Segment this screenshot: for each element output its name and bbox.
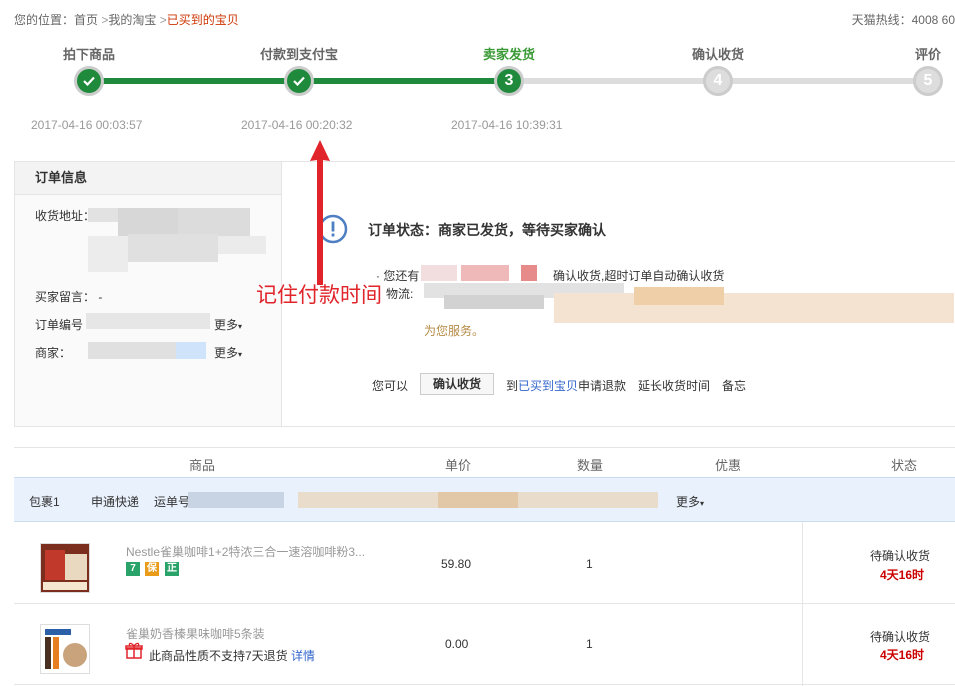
address-label: 收货地址： <box>35 209 96 223</box>
quantity-1: 1 <box>586 557 593 571</box>
step-number: 3 <box>504 72 514 89</box>
message-label: 买家留言： - <box>35 288 102 305</box>
bought-items-link[interactable]: 已买到宝贝 <box>518 379 578 393</box>
chevron-down-icon: ▾ <box>238 350 243 359</box>
tracking-label: 运单号 <box>154 495 191 509</box>
breadcrumb-sep: > <box>159 13 167 27</box>
breadcrumb-home[interactable]: 首页 <box>74 13 98 27</box>
hotline: 天猫热线：4008 60 <box>851 13 955 27</box>
step-time-1: 2017-04-16 00:03:57 <box>31 118 143 132</box>
step-node-4: 4 <box>703 66 733 96</box>
product-name-2[interactable]: 雀巢奶香榛果味咖啡5条装 <box>126 625 265 642</box>
refund-action: 到已买到宝贝申请退款 <box>506 377 626 394</box>
product-image-1[interactable] <box>40 543 90 593</box>
address-redacted <box>88 208 268 272</box>
seven-day-return-icon: 7 <box>126 562 140 576</box>
step-label-4: 确认收货 <box>691 47 744 62</box>
extend-receipt-link[interactable]: 延长收货时间 <box>638 377 710 394</box>
message-value: - <box>98 290 103 304</box>
breadcrumb: 您的位置：首页 >我的淘宝 >已买到的宝贝 <box>14 11 239 28</box>
step-node-1 <box>74 66 104 96</box>
unit-price-2: 0.00 <box>445 637 469 651</box>
header-status: 状态 <box>891 458 918 473</box>
step-node-3: 3 <box>494 66 524 96</box>
order-no-more[interactable]: 更多▾ <box>214 316 242 333</box>
guarantee-icon: 保 <box>145 562 159 576</box>
package-label: 包裹1 <box>29 495 60 509</box>
step-number: 4 <box>713 72 723 89</box>
item-status-2: 待确认收货 <box>870 630 931 644</box>
breadcrumb-prefix: 您的位置： <box>14 13 75 27</box>
actions-prefix: 您可以 <box>372 379 409 393</box>
item-time-left-2: 4天16时 <box>880 648 925 662</box>
confirm-receipt-button[interactable]: 确认收货 <box>420 373 494 395</box>
row-divider <box>14 684 955 685</box>
order-no-label: 订单编号 <box>35 318 84 332</box>
more-text: 更多 <box>214 318 239 332</box>
no-return-note-text: 此商品性质不支持7天退货 <box>149 649 288 663</box>
check-icon <box>293 76 305 86</box>
product-image-2[interactable] <box>40 624 90 674</box>
order-info-title: 订单信息 <box>15 162 281 195</box>
breadcrumb-mytaobao[interactable]: 我的淘宝 <box>108 13 156 27</box>
product-name-1[interactable]: Nestle雀巢咖啡1+2特浓三合一速溶咖啡粉3... <box>126 543 365 560</box>
tracking-redacted <box>188 492 658 508</box>
header-discount: 优惠 <box>715 458 742 473</box>
more-text: 更多 <box>676 495 701 509</box>
step-time-3: 2017-04-16 10:39:31 <box>451 118 563 132</box>
header-price: 单价 <box>445 458 472 473</box>
row-divider <box>14 603 955 604</box>
item-time-left-1: 4天16时 <box>880 568 925 582</box>
no-return-detail-link[interactable]: 详情 <box>291 649 315 663</box>
step-time-2: 2017-04-16 00:20:32 <box>241 118 353 132</box>
step-label-3: 卖家发货 <box>482 47 535 62</box>
gift-icon <box>125 642 143 659</box>
step-node-2 <box>284 66 314 96</box>
breadcrumb-current: 已买到的宝贝 <box>166 13 239 27</box>
remark-link[interactable]: 备忘 <box>722 377 746 394</box>
order-status-title: 订单状态：商家已发货，等待买家确认 <box>368 222 606 238</box>
quantity-2: 1 <box>586 637 593 651</box>
merchant-redacted <box>88 342 206 359</box>
chevron-down-icon: ▾ <box>700 499 705 508</box>
package-carrier: 申通快递 <box>91 495 140 509</box>
logistics-label: 物流: <box>386 287 414 301</box>
status-countdown-redacted <box>421 265 551 281</box>
logistics-service-text: 为您服务。 <box>424 324 485 338</box>
step-number: 5 <box>923 72 933 89</box>
step-label-5: 评价 <box>914 47 941 62</box>
item-status-1: 待确认收货 <box>870 549 931 563</box>
status-line-1-suffix: 确认收货,超时订单自动确认收货 <box>553 269 725 283</box>
more-text: 更多 <box>214 346 239 360</box>
authentic-icon: 正 <box>165 562 179 576</box>
step-node-5: 5 <box>913 66 943 96</box>
status-line-1: · 您还有 <box>376 267 419 284</box>
merchant-label: 商家： <box>35 346 72 360</box>
header-qty: 数量 <box>577 458 604 473</box>
refund-text: 申请退款 <box>578 379 627 393</box>
message-label-text: 买家留言： <box>35 290 96 304</box>
annotation-text: 记住付款时间 <box>256 284 382 307</box>
package-more[interactable]: 更多▾ <box>676 493 704 510</box>
order-no-redacted <box>86 313 210 329</box>
actions-to-text: 到 <box>506 379 519 393</box>
status-line-1-prefix: · 您还有 <box>376 269 420 283</box>
chevron-down-icon: ▾ <box>238 322 243 331</box>
annotation-arrow-icon <box>310 140 330 285</box>
status-column-divider <box>802 522 803 686</box>
header-goods: 商品 <box>189 458 216 473</box>
step-label-2: 付款到支付宝 <box>259 47 338 62</box>
unit-price-1: 59.80 <box>441 557 472 571</box>
no-return-note: 此商品性质不支持7天退货 详情 <box>149 647 315 664</box>
merchant-more[interactable]: 更多▾ <box>214 344 242 361</box>
logistics-redacted <box>424 283 955 329</box>
check-icon <box>83 76 95 86</box>
step-label-1: 拍下商品 <box>62 47 115 62</box>
